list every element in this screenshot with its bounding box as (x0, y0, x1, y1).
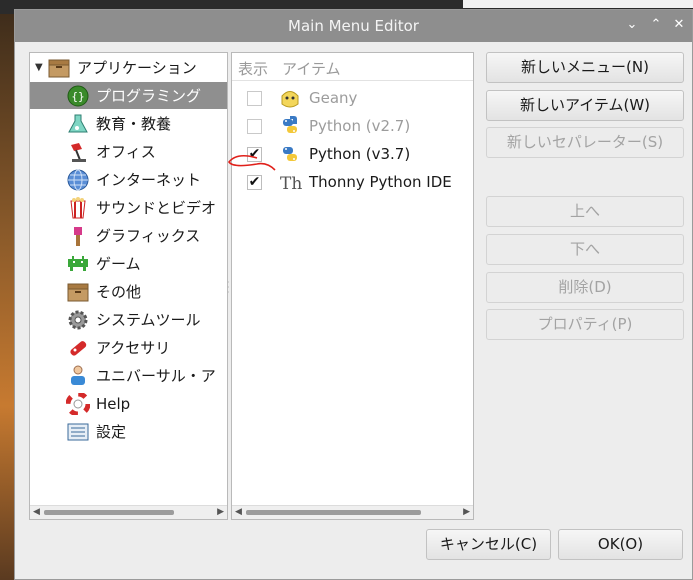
maximize-icon[interactable]: ⌃ (647, 16, 665, 34)
scroll-right-icon[interactable]: ▶ (463, 507, 470, 517)
category-label: プログラミング (96, 87, 202, 105)
category-programming[interactable]: {} プログラミング (30, 82, 227, 109)
python-icon (278, 142, 302, 166)
scroll-left-icon[interactable]: ◀ (33, 507, 40, 517)
items-list-hscrollbar[interactable]: ◀ ▶ (232, 505, 473, 519)
category-label: グラフィックス (96, 227, 201, 245)
main-menu-editor-window: Main Menu Editor ⌄ ⌃ ✕ ▼ アプリケーション {} プログ… (14, 9, 693, 580)
properties-button[interactable]: プロパティ(P) (486, 309, 684, 340)
pane-splitter-handle[interactable]: · · · (227, 279, 230, 298)
category-sound-video[interactable]: サウンドとビデオ (30, 194, 227, 221)
delete-button[interactable]: 削除(D) (486, 272, 684, 303)
category-label: ゲーム (96, 255, 141, 273)
applications-folder-icon (47, 57, 71, 79)
programming-icon: {} (66, 85, 90, 107)
category-label: その他 (96, 283, 142, 301)
new-item-button[interactable]: 新しいアイテム(W) (486, 90, 684, 121)
minimize-icon[interactable]: ⌄ (623, 16, 641, 34)
show-checkbox[interactable]: ✔ (247, 174, 262, 190)
category-label: 教育・教養 (96, 115, 172, 133)
thonny-icon: Th (278, 170, 302, 194)
column-item-header[interactable]: アイテム (282, 58, 341, 79)
menu-items-list[interactable]: 表示 アイテム Geany Python (v2.7) ✔ Python (v3… (231, 52, 474, 520)
item-row-python27[interactable]: Python (v2.7) (232, 112, 473, 140)
category-label: サウンドとビデオ (96, 199, 217, 217)
svg-text:Th: Th (280, 174, 302, 194)
new-separator-button[interactable]: 新しいセパレーター(S) (486, 127, 684, 158)
move-up-button[interactable]: 上へ (486, 196, 684, 227)
category-system-tools[interactable]: システムツール (30, 306, 227, 333)
category-label: システムツール (96, 311, 201, 329)
show-checkbox[interactable] (247, 90, 262, 106)
category-universal-access[interactable]: ユニバーサル・ア (30, 362, 227, 389)
category-other[interactable]: その他 (30, 278, 227, 305)
preferences-icon (66, 421, 90, 443)
tree-root-label: アプリケーション (77, 59, 197, 77)
category-tree-hscrollbar[interactable]: ◀ ▶ (30, 505, 227, 519)
graphics-icon (66, 225, 90, 247)
scrollbar-thumb[interactable] (44, 510, 174, 515)
title-bar[interactable]: Main Menu Editor ⌄ ⌃ ✕ (15, 10, 692, 42)
python-icon (278, 114, 302, 138)
column-show-header[interactable]: 表示 (238, 58, 268, 79)
category-internet[interactable]: インターネット (30, 166, 227, 193)
item-label: Geany (309, 89, 358, 107)
item-label: Python (v3.7) (309, 145, 411, 163)
category-help[interactable]: Help (30, 390, 227, 417)
new-menu-button[interactable]: 新しいメニュー(N) (486, 52, 684, 83)
item-label: Python (v2.7) (309, 117, 411, 135)
cancel-button[interactable]: キャンセル(C) (426, 529, 551, 560)
category-label: オフィス (96, 143, 156, 161)
category-label: Help (96, 394, 131, 413)
move-down-button[interactable]: 下へ (486, 234, 684, 265)
geany-icon (278, 86, 302, 110)
education-icon (66, 113, 90, 135)
category-preferences[interactable]: 設定 (30, 418, 227, 445)
item-label: Thonny Python IDE (309, 173, 452, 191)
ok-button[interactable]: OK(O) (558, 529, 683, 560)
show-checkbox[interactable] (247, 118, 262, 134)
item-row-thonny[interactable]: ✔ Th Thonny Python IDE (232, 168, 473, 196)
window-title: Main Menu Editor (288, 17, 419, 35)
scrollbar-thumb[interactable] (246, 510, 421, 515)
games-icon (66, 253, 90, 275)
scroll-right-icon[interactable]: ▶ (217, 507, 224, 517)
item-row-python37[interactable]: ✔ Python (v3.7) (232, 140, 473, 168)
help-icon (65, 391, 91, 416)
category-graphics[interactable]: グラフィックス (30, 222, 227, 249)
column-header: 表示 アイテム (232, 53, 473, 81)
scroll-left-icon[interactable]: ◀ (235, 507, 242, 517)
category-label: インターネット (96, 171, 202, 189)
other-icon (66, 281, 90, 303)
tree-root-applications[interactable]: ▼ アプリケーション (30, 54, 227, 81)
universal-access-icon (66, 365, 90, 387)
category-label: 設定 (96, 423, 127, 441)
item-row-geany[interactable]: Geany (232, 84, 473, 112)
close-icon[interactable]: ✕ (670, 16, 688, 34)
category-office[interactable]: オフィス (30, 138, 227, 165)
svg-text:{}: {} (71, 90, 84, 103)
expander-down-icon[interactable]: ▼ (35, 62, 47, 73)
sound-video-icon (66, 196, 90, 219)
show-checkbox[interactable]: ✔ (247, 146, 262, 162)
office-icon (66, 141, 90, 163)
category-education[interactable]: 教育・教養 (30, 110, 227, 137)
category-label: ユニバーサル・ア (96, 367, 216, 385)
category-accessories[interactable]: アクセサリ (30, 334, 227, 361)
system-tools-icon (66, 309, 90, 331)
category-tree[interactable]: ▼ アプリケーション {} プログラミング 教育・教養 オフィス インターネット… (29, 52, 228, 520)
category-games[interactable]: ゲーム (30, 250, 227, 277)
internet-icon (66, 169, 90, 191)
accessories-icon (66, 337, 90, 359)
category-label: アクセサリ (96, 339, 171, 357)
